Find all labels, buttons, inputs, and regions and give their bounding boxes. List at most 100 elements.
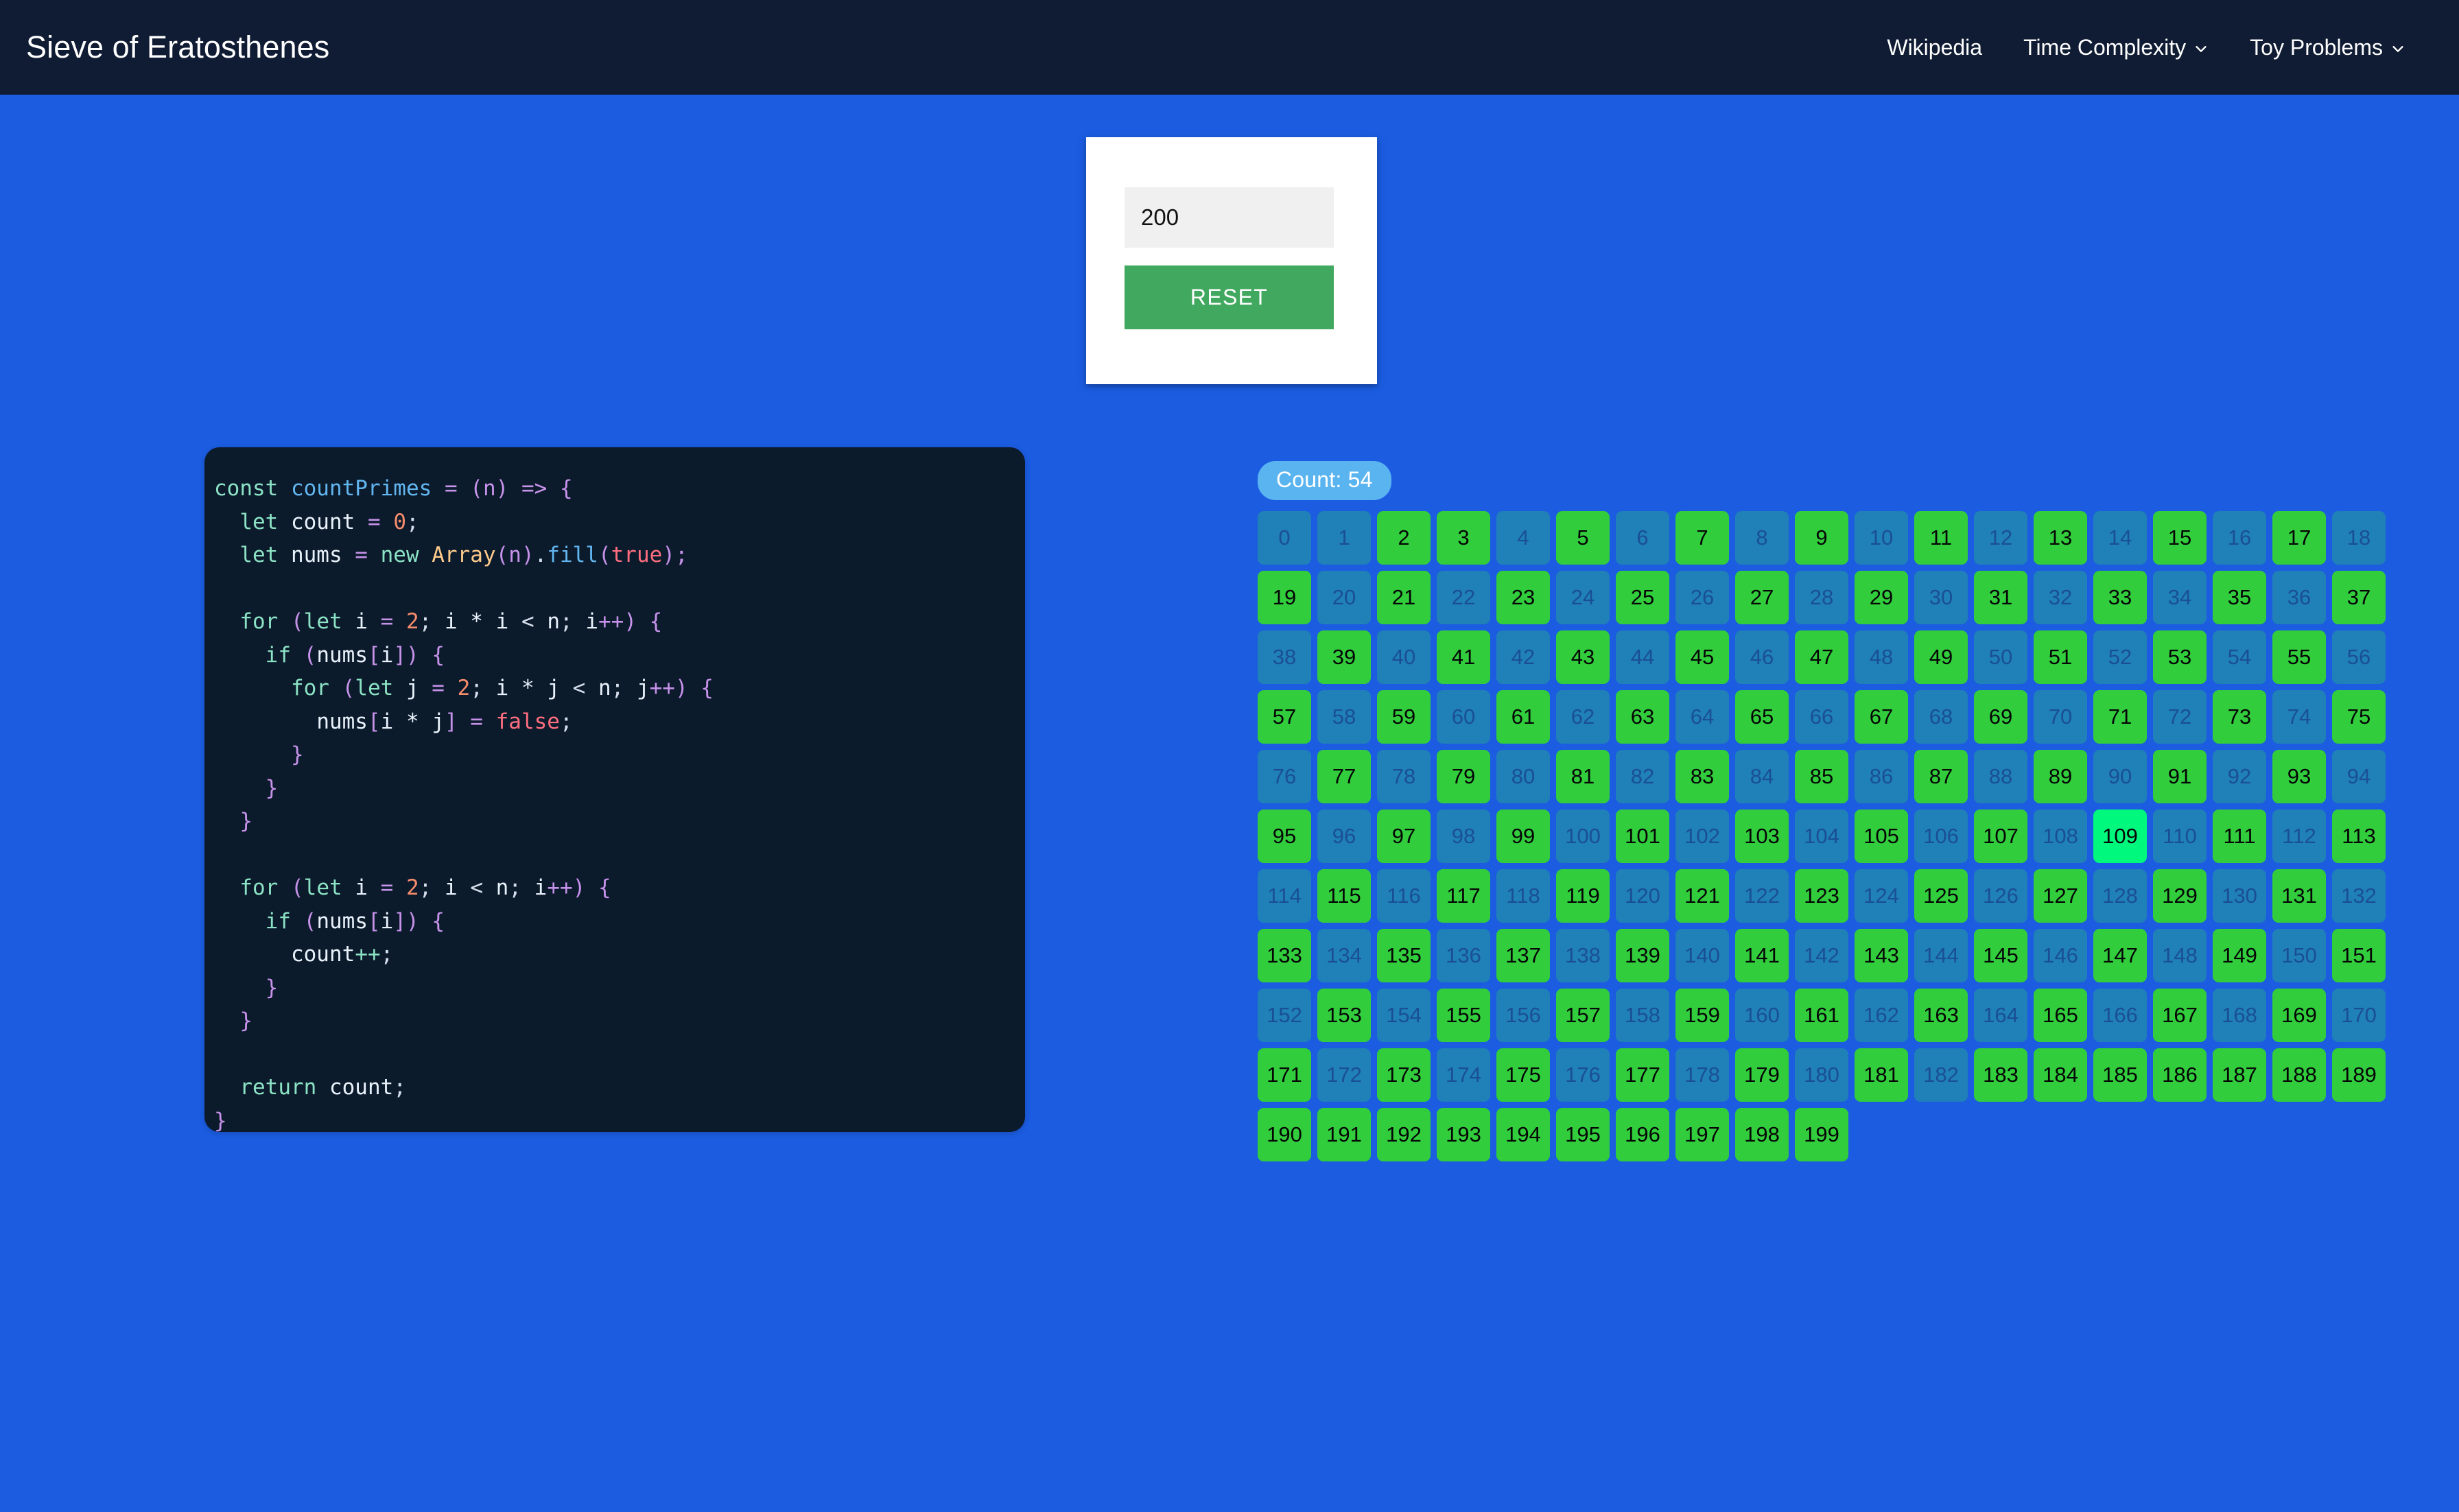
grid-cell-75[interactable]: 75 xyxy=(2332,690,2386,744)
grid-cell-21[interactable]: 21 xyxy=(1377,571,1431,624)
grid-cell-199[interactable]: 199 xyxy=(1795,1108,1848,1161)
grid-cell-51[interactable]: 51 xyxy=(2034,630,2087,684)
grid-cell-197[interactable]: 197 xyxy=(1675,1108,1729,1161)
grid-cell-20[interactable]: 20 xyxy=(1317,571,1371,624)
grid-cell-108[interactable]: 108 xyxy=(2034,810,2087,863)
grid-cell-175[interactable]: 175 xyxy=(1496,1048,1550,1102)
grid-cell-126[interactable]: 126 xyxy=(1974,869,2027,923)
grid-cell-191[interactable]: 191 xyxy=(1317,1108,1371,1161)
nav-link-wikipedia[interactable]: Wikipedia xyxy=(1866,35,2003,60)
grid-cell-137[interactable]: 137 xyxy=(1496,929,1550,982)
grid-cell-172[interactable]: 172 xyxy=(1317,1048,1371,1102)
grid-cell-136[interactable]: 136 xyxy=(1437,929,1490,982)
grid-cell-148[interactable]: 148 xyxy=(2153,929,2207,982)
grid-cell-58[interactable]: 58 xyxy=(1317,690,1371,744)
grid-cell-187[interactable]: 187 xyxy=(2213,1048,2266,1102)
grid-cell-97[interactable]: 97 xyxy=(1377,810,1431,863)
grid-cell-102[interactable]: 102 xyxy=(1675,810,1729,863)
grid-cell-157[interactable]: 157 xyxy=(1556,989,1610,1042)
grid-cell-35[interactable]: 35 xyxy=(2213,571,2266,624)
grid-cell-155[interactable]: 155 xyxy=(1437,989,1490,1042)
grid-cell-118[interactable]: 118 xyxy=(1496,869,1550,923)
grid-cell-195[interactable]: 195 xyxy=(1556,1108,1610,1161)
grid-cell-16[interactable]: 16 xyxy=(2213,511,2266,565)
grid-cell-133[interactable]: 133 xyxy=(1258,929,1311,982)
grid-cell-12[interactable]: 12 xyxy=(1974,511,2027,565)
grid-cell-82[interactable]: 82 xyxy=(1616,750,1669,803)
grid-cell-193[interactable]: 193 xyxy=(1437,1108,1490,1161)
grid-cell-30[interactable]: 30 xyxy=(1914,571,1968,624)
grid-cell-59[interactable]: 59 xyxy=(1377,690,1431,744)
grid-cell-194[interactable]: 194 xyxy=(1496,1108,1550,1161)
grid-cell-34[interactable]: 34 xyxy=(2153,571,2207,624)
grid-cell-95[interactable]: 95 xyxy=(1258,810,1311,863)
grid-cell-74[interactable]: 74 xyxy=(2272,690,2326,744)
grid-cell-143[interactable]: 143 xyxy=(1855,929,1908,982)
grid-cell-62[interactable]: 62 xyxy=(1556,690,1610,744)
grid-cell-116[interactable]: 116 xyxy=(1377,869,1431,923)
grid-cell-183[interactable]: 183 xyxy=(1974,1048,2027,1102)
grid-cell-25[interactable]: 25 xyxy=(1616,571,1669,624)
grid-cell-101[interactable]: 101 xyxy=(1616,810,1669,863)
grid-cell-19[interactable]: 19 xyxy=(1258,571,1311,624)
grid-cell-48[interactable]: 48 xyxy=(1855,630,1908,684)
grid-cell-131[interactable]: 131 xyxy=(2272,869,2326,923)
grid-cell-86[interactable]: 86 xyxy=(1855,750,1908,803)
grid-cell-61[interactable]: 61 xyxy=(1496,690,1550,744)
grid-cell-24[interactable]: 24 xyxy=(1556,571,1610,624)
grid-cell-156[interactable]: 156 xyxy=(1496,989,1550,1042)
grid-cell-127[interactable]: 127 xyxy=(2034,869,2087,923)
grid-cell-151[interactable]: 151 xyxy=(2332,929,2386,982)
grid-cell-89[interactable]: 89 xyxy=(2034,750,2087,803)
grid-cell-4[interactable]: 4 xyxy=(1496,511,1550,565)
grid-cell-145[interactable]: 145 xyxy=(1974,929,2027,982)
grid-cell-111[interactable]: 111 xyxy=(2213,810,2266,863)
grid-cell-77[interactable]: 77 xyxy=(1317,750,1371,803)
grid-cell-49[interactable]: 49 xyxy=(1914,630,1968,684)
grid-cell-11[interactable]: 11 xyxy=(1914,511,1968,565)
grid-cell-55[interactable]: 55 xyxy=(2272,630,2326,684)
grid-cell-140[interactable]: 140 xyxy=(1675,929,1729,982)
grid-cell-39[interactable]: 39 xyxy=(1317,630,1371,684)
grid-cell-99[interactable]: 99 xyxy=(1496,810,1550,863)
grid-cell-124[interactable]: 124 xyxy=(1855,869,1908,923)
grid-cell-188[interactable]: 188 xyxy=(2272,1048,2326,1102)
grid-cell-3[interactable]: 3 xyxy=(1437,511,1490,565)
grid-cell-6[interactable]: 6 xyxy=(1616,511,1669,565)
grid-cell-198[interactable]: 198 xyxy=(1735,1108,1789,1161)
grid-cell-190[interactable]: 190 xyxy=(1258,1108,1311,1161)
grid-cell-83[interactable]: 83 xyxy=(1675,750,1729,803)
grid-cell-88[interactable]: 88 xyxy=(1974,750,2027,803)
grid-cell-176[interactable]: 176 xyxy=(1556,1048,1610,1102)
reset-button[interactable]: RESET xyxy=(1125,265,1334,329)
grid-cell-7[interactable]: 7 xyxy=(1675,511,1729,565)
grid-cell-100[interactable]: 100 xyxy=(1556,810,1610,863)
grid-cell-159[interactable]: 159 xyxy=(1675,989,1729,1042)
grid-cell-65[interactable]: 65 xyxy=(1735,690,1789,744)
grid-cell-178[interactable]: 178 xyxy=(1675,1048,1729,1102)
grid-cell-0[interactable]: 0 xyxy=(1258,511,1311,565)
grid-cell-120[interactable]: 120 xyxy=(1616,869,1669,923)
grid-cell-14[interactable]: 14 xyxy=(2093,511,2147,565)
grid-cell-8[interactable]: 8 xyxy=(1735,511,1789,565)
grid-cell-29[interactable]: 29 xyxy=(1855,571,1908,624)
grid-cell-46[interactable]: 46 xyxy=(1735,630,1789,684)
grid-cell-182[interactable]: 182 xyxy=(1914,1048,1968,1102)
grid-cell-66[interactable]: 66 xyxy=(1795,690,1848,744)
grid-cell-36[interactable]: 36 xyxy=(2272,571,2326,624)
grid-cell-104[interactable]: 104 xyxy=(1795,810,1848,863)
grid-cell-185[interactable]: 185 xyxy=(2093,1048,2147,1102)
grid-cell-9[interactable]: 9 xyxy=(1795,511,1848,565)
grid-cell-139[interactable]: 139 xyxy=(1616,929,1669,982)
grid-cell-80[interactable]: 80 xyxy=(1496,750,1550,803)
grid-cell-186[interactable]: 186 xyxy=(2153,1048,2207,1102)
grid-cell-129[interactable]: 129 xyxy=(2153,869,2207,923)
grid-cell-150[interactable]: 150 xyxy=(2272,929,2326,982)
grid-cell-142[interactable]: 142 xyxy=(1795,929,1848,982)
grid-cell-110[interactable]: 110 xyxy=(2153,810,2207,863)
grid-cell-78[interactable]: 78 xyxy=(1377,750,1431,803)
grid-cell-169[interactable]: 169 xyxy=(2272,989,2326,1042)
grid-cell-162[interactable]: 162 xyxy=(1855,989,1908,1042)
grid-cell-144[interactable]: 144 xyxy=(1914,929,1968,982)
grid-cell-173[interactable]: 173 xyxy=(1377,1048,1431,1102)
